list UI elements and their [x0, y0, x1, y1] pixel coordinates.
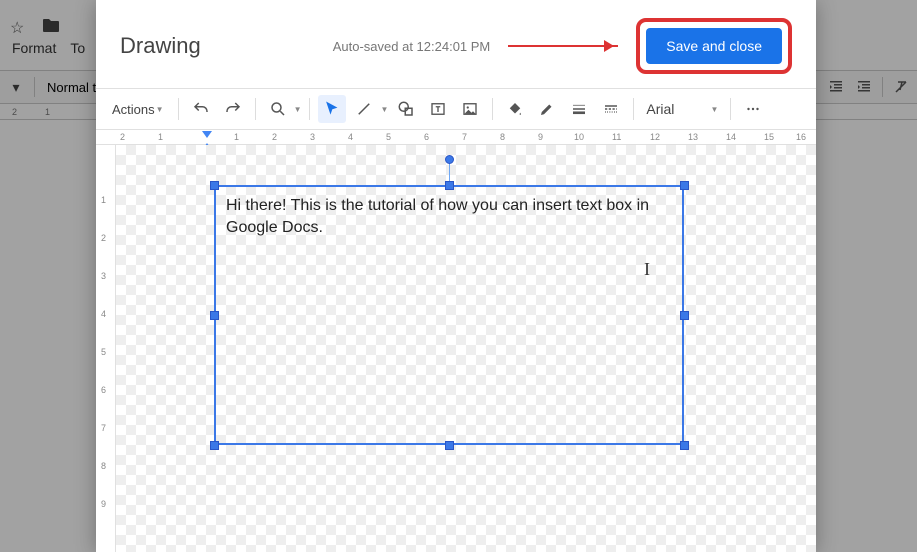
resize-handle[interactable] [680, 311, 689, 320]
resize-handle[interactable] [680, 181, 689, 190]
line-tool[interactable] [350, 95, 378, 123]
image-tool[interactable] [456, 95, 484, 123]
resize-handle[interactable] [680, 441, 689, 450]
caret-icon: ▼ [380, 105, 388, 114]
text-cursor-icon: I [644, 259, 650, 280]
vertical-ruler: 1 2 3 4 5 6 7 8 9 [96, 145, 116, 552]
font-select[interactable]: Arial▼ [642, 99, 722, 119]
autosave-status: Auto-saved at 12:24:01 PM [333, 39, 491, 54]
select-tool[interactable] [318, 95, 346, 123]
horizontal-ruler: 2 1 1 2 3 4 5 6 7 8 9 10 11 12 13 14 15 … [96, 129, 816, 145]
resize-handle[interactable] [445, 181, 454, 190]
more-button[interactable] [739, 95, 767, 123]
save-and-close-button[interactable]: Save and close [646, 28, 782, 64]
textbox-shape[interactable]: Hi there! This is the tutorial of how yo… [214, 185, 684, 445]
border-weight-button[interactable] [565, 95, 593, 123]
drawing-canvas[interactable]: Hi there! This is the tutorial of how yo… [116, 145, 816, 552]
undo-button[interactable] [187, 95, 215, 123]
rotation-handle[interactable] [445, 155, 454, 164]
annotation-highlight: Save and close [636, 18, 792, 74]
actions-menu[interactable]: Actions▼ [106, 98, 170, 121]
annotation-arrow [508, 45, 618, 47]
textbox-tool[interactable] [424, 95, 452, 123]
resize-handle[interactable] [210, 441, 219, 450]
fill-color-button[interactable] [501, 95, 529, 123]
redo-button[interactable] [219, 95, 247, 123]
shape-tool[interactable] [392, 95, 420, 123]
border-color-button[interactable] [533, 95, 561, 123]
drawing-toolbar: Actions▼ ▼ ▼ [96, 89, 816, 129]
zoom-button[interactable] [264, 95, 292, 123]
resize-handle[interactable] [445, 441, 454, 450]
caret-icon: ▼ [294, 105, 302, 114]
resize-handle[interactable] [210, 311, 219, 320]
dialog-title: Drawing [120, 33, 201, 59]
drawing-dialog: Drawing Auto-saved at 12:24:01 PM Save a… [96, 0, 816, 552]
border-dash-button[interactable] [597, 95, 625, 123]
resize-handle[interactable] [210, 181, 219, 190]
